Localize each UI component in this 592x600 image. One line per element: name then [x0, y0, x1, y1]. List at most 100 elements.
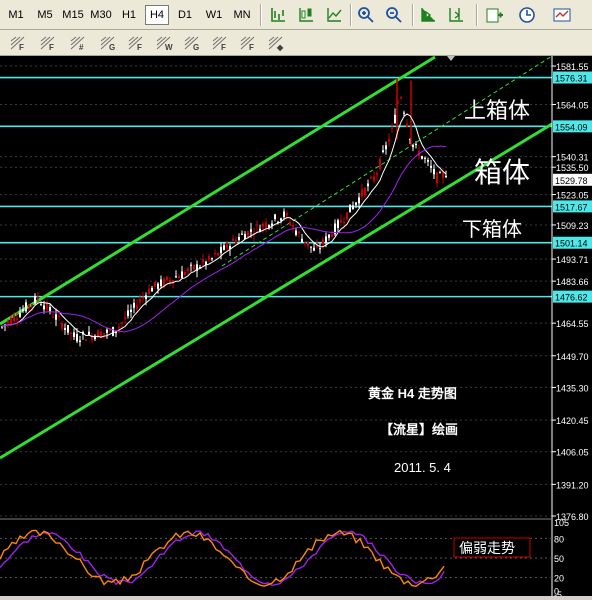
svg-text:#: #: [79, 43, 84, 52]
candle-body: [256, 224, 258, 226]
timeframe-d1-button[interactable]: D1: [173, 5, 197, 25]
candle-body: [367, 183, 369, 187]
candle-body: [7, 321, 9, 324]
svg-text:F: F: [137, 43, 142, 52]
timeframe-m15-button[interactable]: M15: [60, 5, 86, 25]
candle-body: [226, 242, 228, 249]
candle-body: [415, 143, 417, 146]
candle-body: [262, 223, 264, 227]
periods-icon[interactable]: [518, 5, 538, 25]
candle-body: [187, 268, 189, 272]
candle-body: [31, 304, 33, 306]
candle-body: [247, 231, 249, 237]
bar-chart-icon[interactable]: [268, 5, 288, 25]
candle-body: [442, 172, 444, 178]
svg-text:F: F: [49, 43, 54, 52]
level-price-label: 1476.62: [555, 293, 588, 303]
candle-body: [352, 205, 354, 210]
box-label: 箱体: [474, 157, 530, 188]
channel-upper-line[interactable]: [0, 55, 436, 326]
candle-body: [370, 177, 372, 179]
oscillator-tick-label: -5: [554, 590, 562, 596]
svg-text:F: F: [221, 43, 226, 52]
fibo-fan-icon[interactable]: F: [38, 33, 58, 53]
candle-body: [118, 326, 120, 328]
level-price-label: 1554.09: [555, 122, 588, 132]
candle-body: [355, 202, 357, 205]
price-chart[interactable]: 1581.55 1564.05 1540.311535.50 1523.05 1509.…: [0, 55, 592, 600]
oscillator-tick-label: 50: [554, 554, 564, 564]
channel-lower-line[interactable]: [0, 122, 553, 460]
candle-body: [379, 158, 381, 170]
candle-body: [178, 276, 180, 279]
current-price-label: 1529.78: [555, 176, 588, 186]
candle-body: [67, 325, 69, 333]
author-note: 【流星】绘画: [380, 422, 458, 437]
candle-body: [265, 222, 267, 228]
candle-body: [28, 304, 30, 308]
candle-body: [220, 247, 222, 254]
timeframe-w1-button[interactable]: W1: [203, 5, 225, 25]
candle-body: [361, 189, 363, 197]
candle-body: [85, 339, 87, 341]
timeframe-mn-button[interactable]: MN: [230, 5, 254, 25]
slow-moving-average-line: [1, 145, 447, 333]
gann-grid-icon[interactable]: #: [68, 33, 88, 53]
candle-body: [328, 234, 330, 238]
chart-window[interactable]: 1581.55 1564.05 1540.31 1535.50 1523.05 1509.…: [0, 55, 592, 600]
candle-body: [13, 315, 15, 322]
candle-body: [190, 264, 192, 266]
timeframe-m30-button[interactable]: M30: [88, 5, 114, 25]
candle-body: [169, 279, 171, 283]
candle-body: [145, 295, 147, 299]
candle-body: [193, 264, 195, 270]
candle-body: [292, 224, 294, 227]
fibo-expansion-icon[interactable]: F: [238, 33, 258, 53]
arrows-dropdown-icon[interactable]: ◆: [266, 33, 286, 53]
candle-body: [34, 296, 36, 304]
gann-line-icon[interactable]: G: [182, 33, 202, 53]
candle-body: [241, 233, 243, 235]
svg-text:F: F: [19, 43, 24, 52]
candle-body: [289, 222, 291, 225]
candle-body: [151, 287, 153, 292]
candle-body: [211, 258, 213, 260]
indicators-icon[interactable]: [484, 5, 504, 25]
candle-body: [343, 221, 345, 224]
timeframe-h4-button[interactable]: H4: [145, 5, 169, 25]
candle-body: [64, 328, 66, 330]
candlestick-icon[interactable]: [296, 5, 316, 25]
gann-fan-icon[interactable]: G: [98, 33, 118, 53]
fibo-retracement-icon[interactable]: F: [8, 33, 28, 53]
chart-shift-marker[interactable]: [447, 56, 455, 61]
candle-body: [298, 231, 300, 233]
candle-body: [157, 283, 159, 289]
candle-body: [358, 197, 360, 204]
candle-body: [283, 211, 285, 218]
candle-body: [43, 305, 45, 310]
chart-shift-icon[interactable]: [446, 5, 466, 25]
zoom-in-icon[interactable]: [356, 5, 376, 25]
price-tick-label: 1464.55: [556, 319, 589, 329]
candle-body: [40, 304, 42, 306]
candle-body: [58, 315, 60, 317]
candle-body: [349, 204, 351, 213]
line-chart-icon[interactable]: [324, 5, 344, 25]
andrews-pitchfork-icon[interactable]: W: [154, 33, 174, 53]
timeframe-m1-button[interactable]: M1: [4, 5, 28, 25]
zoom-out-icon[interactable]: [384, 5, 404, 25]
candle-body: [373, 176, 375, 181]
timeframe-m5-button[interactable]: M5: [33, 5, 57, 25]
candle-body: [124, 317, 126, 320]
candle-body: [331, 233, 333, 237]
timeframe-h1-button[interactable]: H1: [118, 5, 140, 25]
fibo-channel-icon[interactable]: F: [126, 33, 146, 53]
date-note: 2011. 5. 4: [394, 460, 451, 475]
fibo-arcs-icon[interactable]: F: [210, 33, 230, 53]
level-price-label: 1576.31: [555, 74, 588, 84]
svg-text:G: G: [193, 43, 199, 52]
candle-body: [214, 253, 216, 255]
candle-body: [325, 236, 327, 244]
autoscroll-icon[interactable]: [418, 5, 438, 25]
templates-icon[interactable]: [552, 5, 572, 25]
